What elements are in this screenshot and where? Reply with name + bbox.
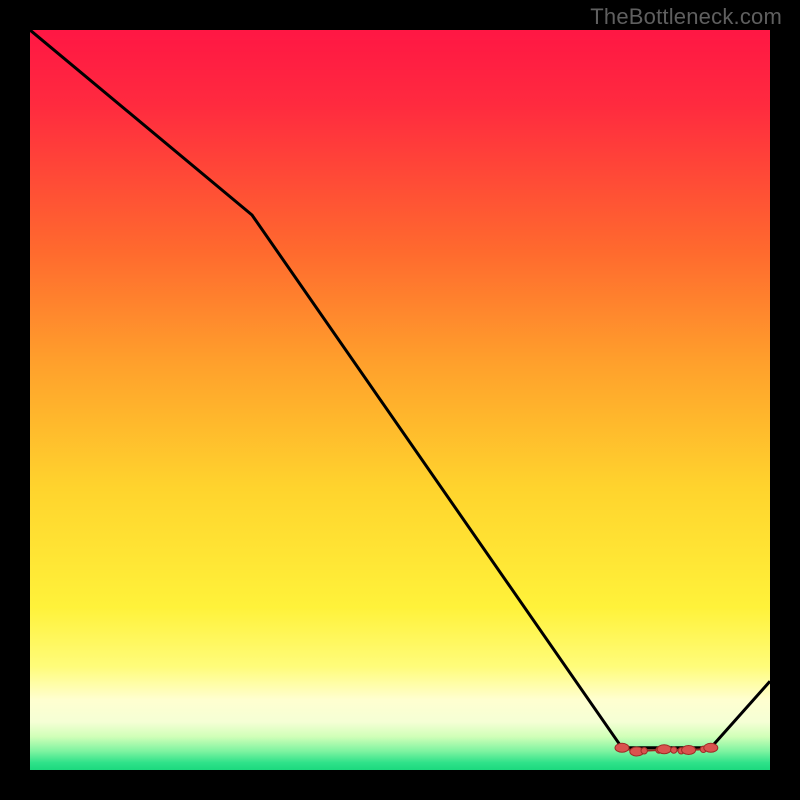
plot-area [30, 30, 770, 770]
marker-dot [615, 743, 629, 752]
marker-dot [704, 743, 718, 752]
marker-dot [682, 746, 696, 755]
marker-dot [641, 748, 647, 754]
watermark-text: TheBottleneck.com [590, 4, 782, 30]
marker-dot [671, 747, 677, 753]
marker-dot [657, 745, 671, 754]
gradient-background [30, 30, 770, 770]
chart-frame: TheBottleneck.com [0, 0, 800, 800]
chart-svg [30, 30, 770, 770]
